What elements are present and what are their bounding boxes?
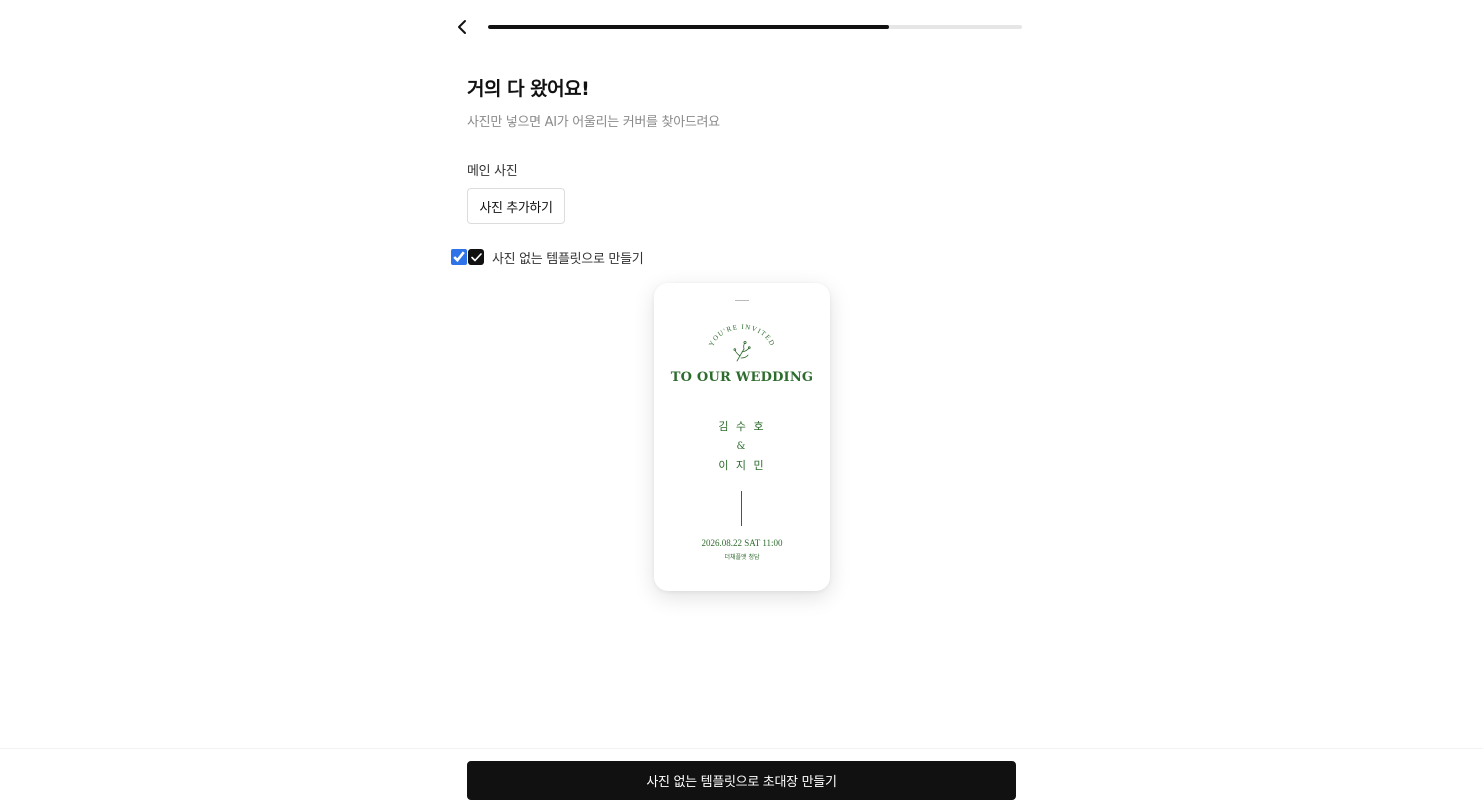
checkmark-icon — [470, 252, 482, 261]
wedding-date: 2026.08.22 SAT 11:00 — [701, 538, 783, 548]
couple-names: 김 수 호 & 이 지 민 — [654, 417, 830, 476]
chevron-left-icon — [458, 20, 466, 34]
floral-sprig-icon — [733, 340, 751, 362]
add-photo-button[interactable]: 사진 추가하기 — [467, 188, 565, 224]
page: 거의 다 왔어요! 사진만 넣으면 AI가 어울리는 커버를 찾아드려요 메인 … — [0, 0, 1483, 812]
main-photo-label: 메인 사진 — [467, 164, 518, 179]
card-notch — [735, 300, 749, 301]
page-title: 거의 다 왔어요! — [467, 78, 590, 100]
vertical-divider — [741, 491, 742, 526]
groom-name: 김 수 호 — [718, 420, 766, 433]
invited-arc-emblem: YOU'RE INVITED — [707, 323, 776, 362]
no-photo-checkbox[interactable] — [451, 249, 467, 265]
progress-bar — [488, 25, 1022, 29]
wedding-venue: 더채플앳 청담 — [724, 554, 760, 561]
progress-bar-fill — [488, 25, 889, 29]
page-subtitle: 사진만 넣으면 AI가 어울리는 커버를 찾아드려요 — [467, 115, 720, 130]
no-photo-template-option[interactable]: 사진 없는 템플릿으로 만들기 — [451, 248, 644, 267]
no-photo-checkbox-label[interactable]: 사진 없는 템플릿으로 만들기 — [492, 248, 644, 267]
invitation-preview-card: YOU'RE INVITED TO OUR WEDDING 김 수 호 & 이 … — [654, 283, 830, 591]
svg-text:YOU'RE INVITED: YOU'RE INVITED — [707, 323, 776, 348]
bride-name: 이 지 민 — [718, 459, 766, 472]
invitation-title: TO OUR WEDDING — [670, 370, 814, 385]
create-invitation-button[interactable]: 사진 없는 템플릿으로 초대장 만들기 — [467, 761, 1016, 800]
back-button[interactable] — [451, 16, 473, 38]
invited-arc-text: YOU'RE INVITED — [707, 323, 775, 348]
bottom-divider — [0, 748, 1483, 749]
no-photo-checkbox-toggle[interactable] — [468, 249, 484, 265]
ampersand: & — [736, 440, 748, 452]
